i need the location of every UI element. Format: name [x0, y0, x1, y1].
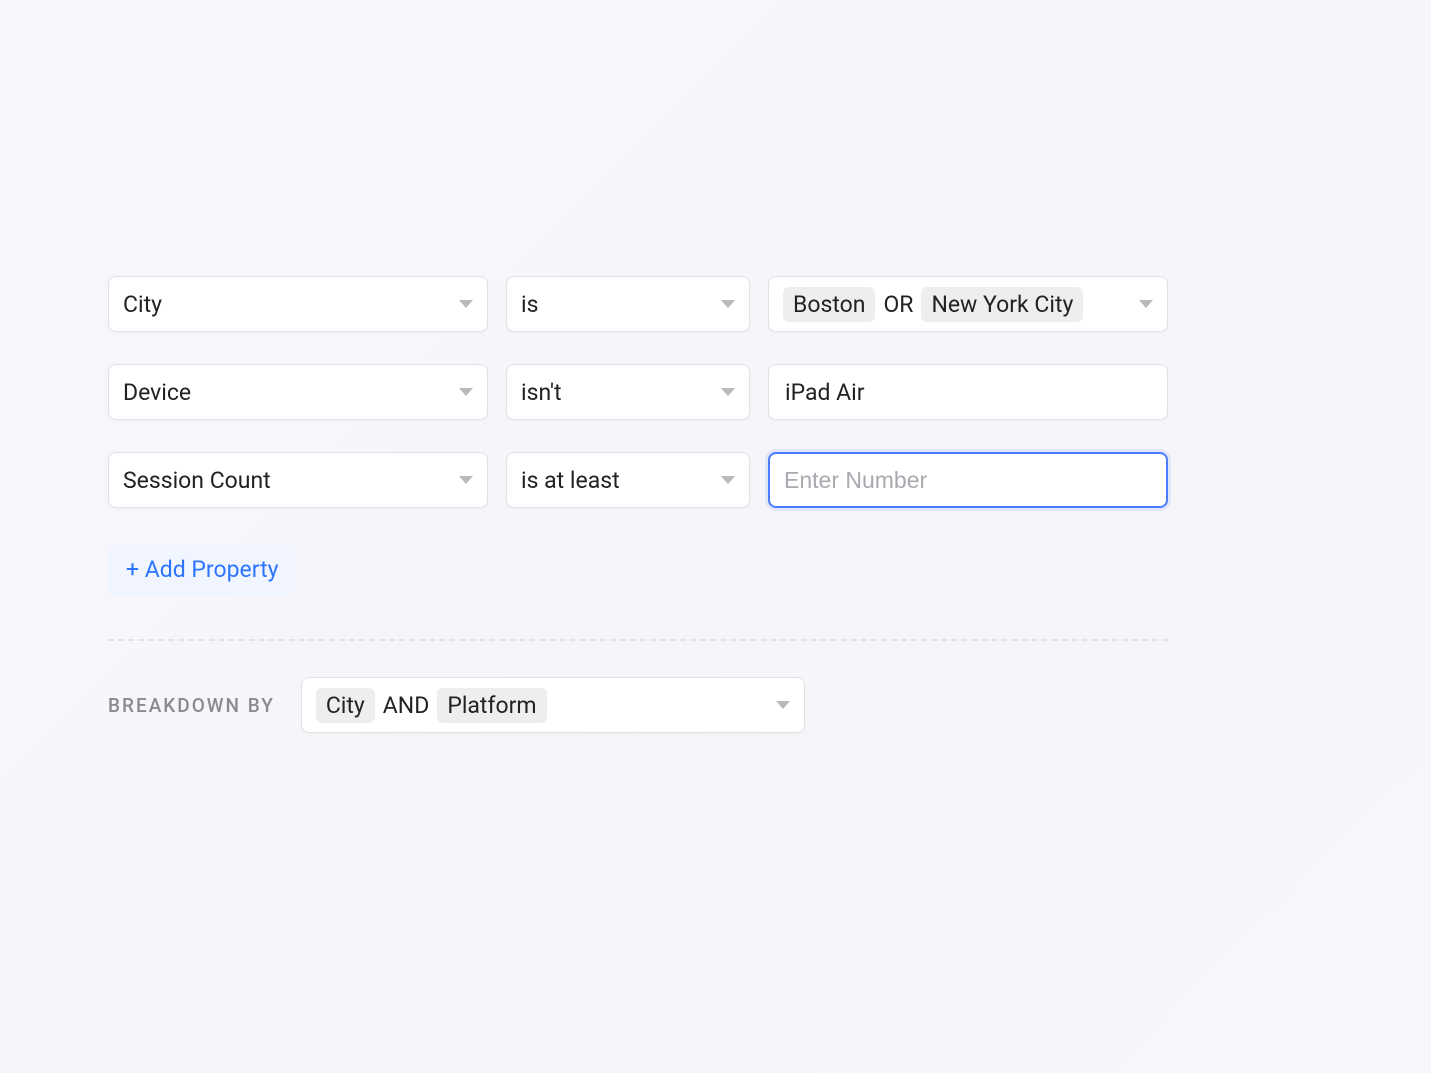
property-select[interactable]: Device: [108, 364, 488, 420]
value-select[interactable]: Boston OR New York City: [768, 276, 1168, 332]
add-property-label: + Add Property: [126, 556, 278, 583]
breakdown-select[interactable]: City AND Platform: [301, 677, 805, 733]
breakdown-chip: City: [316, 688, 375, 723]
filter-row: City is Boston OR New York City: [108, 276, 1168, 332]
breakdown-join: AND: [383, 692, 430, 719]
breakdown-chip: Platform: [437, 688, 546, 723]
chevron-down-icon: [721, 476, 735, 484]
add-property-button[interactable]: + Add Property: [108, 544, 296, 595]
property-select[interactable]: Session Count: [108, 452, 488, 508]
number-field[interactable]: [784, 467, 1152, 494]
value-join: OR: [883, 291, 913, 318]
breakdown-row: BREAKDOWN BY City AND Platform: [108, 677, 1168, 733]
operator-label: isn't: [521, 379, 562, 406]
property-label: City: [123, 291, 162, 318]
property-label: Session Count: [123, 467, 271, 494]
value-chip: Boston: [783, 287, 875, 322]
number-input[interactable]: [768, 452, 1168, 508]
operator-select[interactable]: is: [506, 276, 750, 332]
chevron-down-icon: [459, 476, 473, 484]
chevron-down-icon: [721, 300, 735, 308]
operator-select[interactable]: isn't: [506, 364, 750, 420]
value-chip: New York City: [921, 287, 1083, 322]
property-label: Device: [123, 379, 191, 406]
value-text: iPad Air: [783, 379, 865, 406]
operator-select[interactable]: is at least: [506, 452, 750, 508]
property-select[interactable]: City: [108, 276, 488, 332]
filter-row: Session Count is at least: [108, 452, 1168, 508]
breakdown-label: BREAKDOWN BY: [108, 694, 275, 717]
chevron-down-icon: [459, 300, 473, 308]
divider: [108, 639, 1168, 641]
filter-builder: City is Boston OR New York City Device i…: [108, 276, 1168, 733]
filter-row: Device isn't iPad Air: [108, 364, 1168, 420]
chevron-down-icon: [721, 388, 735, 396]
chevron-down-icon: [459, 388, 473, 396]
operator-label: is: [521, 291, 538, 318]
value-input[interactable]: iPad Air: [768, 364, 1168, 420]
chevron-down-icon: [776, 701, 790, 709]
operator-label: is at least: [521, 467, 620, 494]
chevron-down-icon: [1139, 300, 1153, 308]
